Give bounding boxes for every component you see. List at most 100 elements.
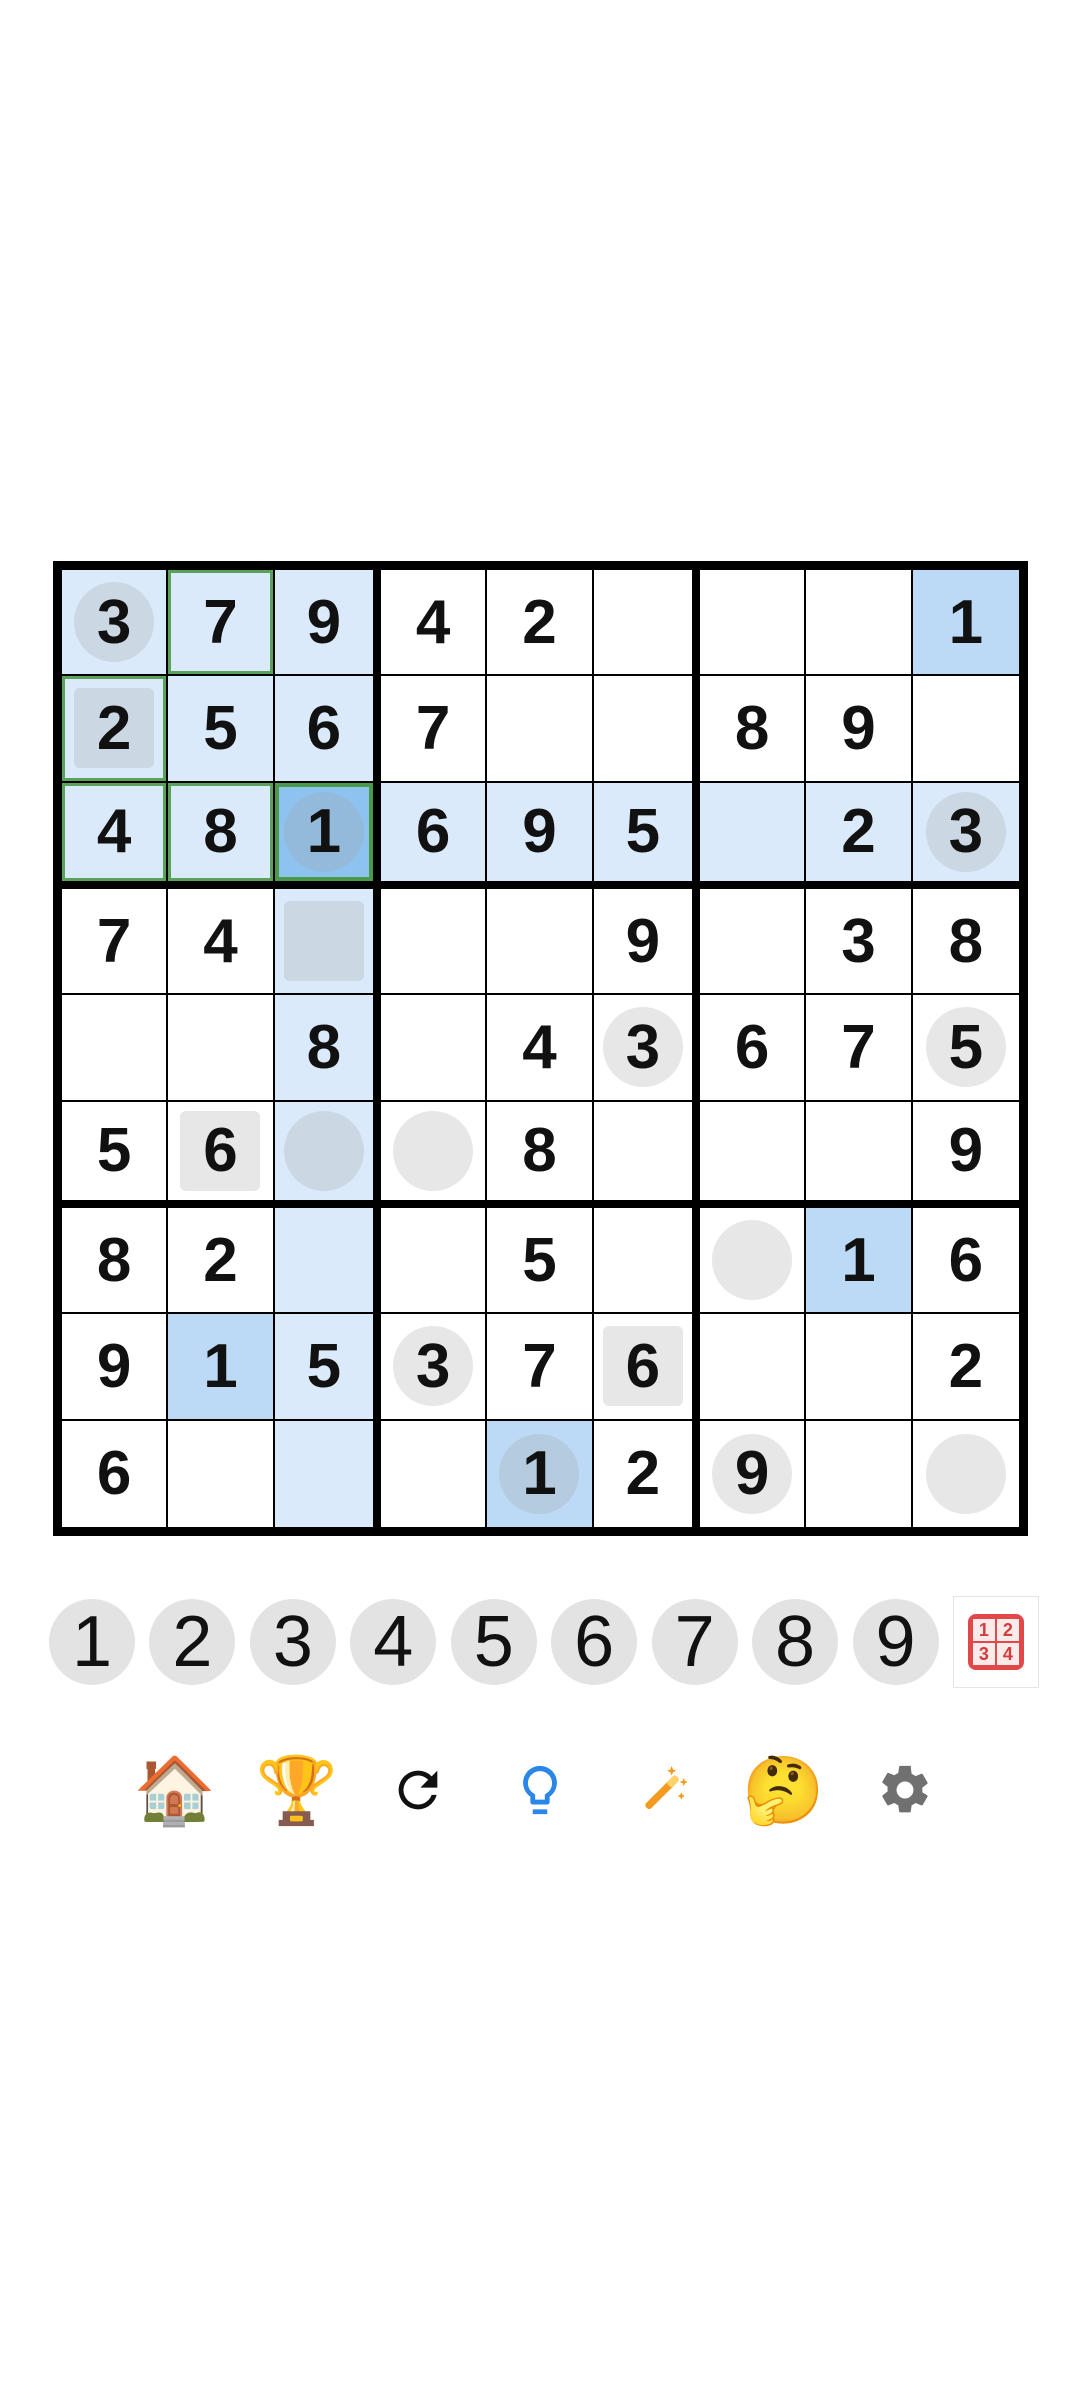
sudoku-cell-r8c1[interactable]: 9 (62, 1314, 169, 1421)
sudoku-cell-r2c3[interactable]: 6 (274, 676, 381, 783)
sudoku-cell-r7c8[interactable]: 1 (806, 1208, 913, 1315)
sudoku-cell-r1c2[interactable]: 7 (168, 570, 275, 677)
sudoku-cell-r7c5[interactable]: 5 (487, 1208, 594, 1315)
digit-5-button[interactable]: 5 (450, 1599, 537, 1685)
sudoku-cell-r1c5[interactable]: 2 (487, 570, 594, 677)
sudoku-cell-r5c4[interactable] (381, 995, 488, 1102)
sudoku-cell-r8c9[interactable]: 2 (912, 1314, 1019, 1421)
sudoku-cell-r3c6[interactable]: 5 (593, 782, 700, 889)
leaderboard-button[interactable]: 🏆 (256, 1750, 338, 1830)
sudoku-cell-r3c3[interactable]: 1 (274, 782, 381, 889)
restart-button[interactable] (378, 1750, 458, 1830)
sudoku-cell-r3c1[interactable]: 4 (62, 782, 169, 889)
sudoku-cell-r1c7[interactable] (700, 570, 807, 677)
sudoku-cell-r8c8[interactable] (806, 1314, 913, 1421)
digit-6-button[interactable]: 6 (551, 1599, 638, 1685)
sudoku-cell-r8c2[interactable]: 1 (168, 1314, 275, 1421)
sudoku-cell-r1c3[interactable]: 9 (274, 570, 381, 677)
sudoku-cell-r9c6[interactable]: 2 (593, 1420, 700, 1527)
sudoku-cell-r2c4[interactable]: 7 (381, 676, 488, 783)
hint-button[interactable] (500, 1750, 580, 1830)
sudoku-cell-r9c9[interactable] (912, 1420, 1019, 1527)
sudoku-cell-r3c7[interactable] (700, 782, 807, 889)
sudoku-cell-r6c8[interactable] (806, 1101, 913, 1208)
sudoku-cell-r9c5[interactable]: 1 (487, 1420, 594, 1527)
sudoku-cell-r3c8[interactable]: 2 (806, 782, 913, 889)
digit-7-button[interactable]: 7 (651, 1599, 738, 1685)
sudoku-cell-r7c3[interactable] (274, 1208, 381, 1315)
sudoku-cell-r4c9[interactable]: 8 (912, 889, 1019, 996)
sudoku-cell-r7c2[interactable]: 2 (168, 1208, 275, 1315)
sudoku-cell-r8c5[interactable]: 7 (487, 1314, 594, 1421)
sudoku-cell-r2c1[interactable]: 2 (62, 676, 169, 783)
sudoku-cell-r8c3[interactable]: 5 (274, 1314, 381, 1421)
sudoku-cell-r5c9[interactable]: 5 (912, 995, 1019, 1102)
sudoku-cell-r2c9[interactable] (912, 676, 1019, 783)
sudoku-cell-r4c1[interactable]: 7 (62, 889, 169, 996)
home-button[interactable]: 🏠 (134, 1750, 216, 1830)
sudoku-cell-r6c4[interactable] (381, 1101, 488, 1208)
sudoku-cell-r3c9[interactable]: 3 (912, 782, 1019, 889)
sudoku-cell-r9c1[interactable]: 6 (62, 1420, 169, 1527)
digit-8-button[interactable]: 8 (752, 1599, 839, 1685)
sudoku-cell-r6c9[interactable]: 9 (912, 1101, 1019, 1208)
digit-3-button[interactable]: 3 (249, 1599, 336, 1685)
sudoku-cell-r4c4[interactable] (381, 889, 488, 996)
sudoku-cell-r5c8[interactable]: 7 (806, 995, 913, 1102)
sudoku-cell-r1c4[interactable]: 4 (381, 570, 488, 677)
digit-1-button[interactable]: 1 (49, 1599, 135, 1685)
cell-value: 5 (203, 693, 238, 763)
sudoku-cell-r4c3[interactable] (274, 889, 381, 996)
sudoku-cell-r5c2[interactable] (168, 995, 275, 1102)
sudoku-cell-r4c8[interactable]: 3 (806, 889, 913, 996)
sudoku-cell-r2c5[interactable] (487, 676, 594, 783)
sudoku-cell-r9c3[interactable] (274, 1420, 381, 1527)
sudoku-cell-r2c6[interactable] (593, 676, 700, 783)
digit-9-button[interactable]: 9 (852, 1599, 939, 1685)
sudoku-cell-r9c8[interactable] (806, 1420, 913, 1527)
sudoku-cell-r3c4[interactable]: 6 (381, 782, 488, 889)
sudoku-cell-r6c2[interactable]: 6 (168, 1101, 275, 1208)
settings-button[interactable] (865, 1750, 945, 1830)
sudoku-cell-r6c3[interactable] (274, 1101, 381, 1208)
sudoku-cell-r2c2[interactable]: 5 (168, 676, 275, 783)
sudoku-cell-r5c5[interactable]: 4 (487, 995, 594, 1102)
sudoku-cell-r3c2[interactable]: 8 (168, 782, 275, 889)
sudoku-cell-r5c3[interactable]: 8 (274, 995, 381, 1102)
sudoku-cell-r5c7[interactable]: 6 (700, 995, 807, 1102)
sudoku-cell-r6c7[interactable] (700, 1101, 807, 1208)
sudoku-cell-r5c1[interactable] (62, 995, 169, 1102)
sudoku-cell-r8c7[interactable] (700, 1314, 807, 1421)
sudoku-cell-r3c5[interactable]: 9 (487, 782, 594, 889)
sudoku-cell-r6c5[interactable]: 8 (487, 1101, 594, 1208)
digit-4-button[interactable]: 4 (350, 1599, 437, 1685)
sudoku-cell-r7c4[interactable] (381, 1208, 488, 1315)
sudoku-cell-r2c8[interactable]: 9 (806, 676, 913, 783)
digit-label: 6 (574, 1602, 615, 1682)
sudoku-cell-r8c6[interactable]: 6 (593, 1314, 700, 1421)
sudoku-cell-r8c4[interactable]: 3 (381, 1314, 488, 1421)
notes-mode-button[interactable]: 1 2 3 4 (952, 1596, 1039, 1688)
sudoku-cell-r4c7[interactable] (700, 889, 807, 996)
sudoku-cell-r6c1[interactable]: 5 (62, 1101, 169, 1208)
sudoku-cell-r1c6[interactable] (593, 570, 700, 677)
sudoku-cell-r1c8[interactable] (806, 570, 913, 677)
sudoku-cell-r1c1[interactable]: 3 (62, 570, 169, 677)
thinking-button[interactable]: 🤔 (742, 1750, 824, 1830)
sudoku-cell-r7c9[interactable]: 6 (912, 1208, 1019, 1315)
sudoku-cell-r4c6[interactable]: 9 (593, 889, 700, 996)
sudoku-cell-r9c7[interactable]: 9 (700, 1420, 807, 1527)
sudoku-cell-r9c2[interactable] (168, 1420, 275, 1527)
digit-2-button[interactable]: 2 (149, 1599, 236, 1685)
sudoku-cell-r4c2[interactable]: 4 (168, 889, 275, 996)
sudoku-cell-r9c4[interactable] (381, 1420, 488, 1527)
sudoku-cell-r2c7[interactable]: 8 (700, 676, 807, 783)
auto-solve-button[interactable] (622, 1750, 702, 1830)
sudoku-cell-r7c6[interactable] (593, 1208, 700, 1315)
sudoku-cell-r7c1[interactable]: 8 (62, 1208, 169, 1315)
sudoku-cell-r4c5[interactable] (487, 889, 594, 996)
sudoku-cell-r1c9[interactable]: 1 (912, 570, 1019, 677)
sudoku-cell-r6c6[interactable] (593, 1101, 700, 1208)
sudoku-cell-r7c7[interactable] (700, 1208, 807, 1315)
sudoku-cell-r5c6[interactable]: 3 (593, 995, 700, 1102)
